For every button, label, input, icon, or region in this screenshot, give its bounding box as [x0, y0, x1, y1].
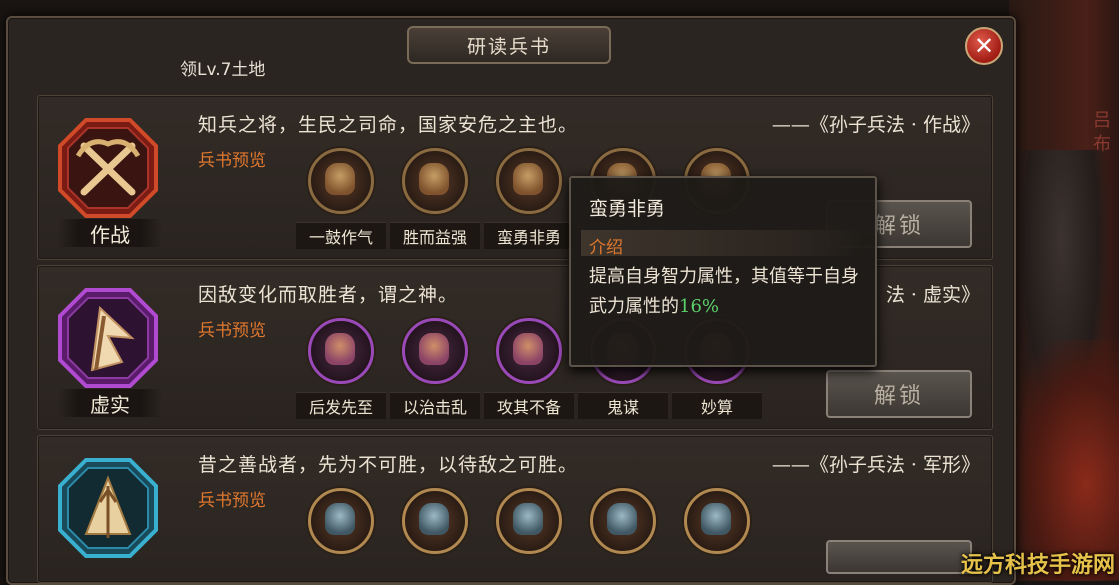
skill-name: 后发先至	[296, 392, 386, 419]
book-source: ——《孙子兵法 · 军形》	[771, 454, 980, 476]
skill-icon	[308, 318, 374, 384]
close-button[interactable]: ✕	[965, 27, 1003, 65]
emblem-label: 虚实	[58, 389, 162, 417]
requirement-text: 领Lv.7土地	[180, 60, 266, 80]
skill-item[interactable]	[672, 488, 762, 554]
skill-name: 蛮勇非勇	[484, 222, 574, 249]
book-quote: 因敌变化而取胜者，谓之神。	[198, 284, 459, 306]
preview-label: 兵书预览	[198, 491, 266, 511]
skill-name: 以治击乱	[390, 392, 480, 419]
unlock-button[interactable]: 解锁	[826, 370, 972, 418]
watermark: 远方科技手游网	[960, 553, 1115, 578]
unlock-button[interactable]	[826, 540, 972, 574]
skill-icon	[684, 488, 750, 554]
book-quote: 知兵之将，生民之司命，国家安危之主也。	[198, 114, 579, 136]
skill-name: 一鼓作气	[296, 222, 386, 249]
skill-icon	[496, 488, 562, 554]
skill-item[interactable]: 胜而益强	[390, 148, 480, 249]
skill-tooltip: 蛮勇非勇 介绍 提高自身智力属性，其值等于自身武力属性的16%	[569, 176, 877, 367]
skill-item[interactable]	[296, 488, 386, 554]
tooltip-body-text: 提高自身智力属性，其值等于自身武力属性的	[589, 266, 859, 317]
skill-item[interactable]: 以治击乱	[390, 318, 480, 419]
skill-name: 胜而益强	[390, 222, 480, 249]
skill-icon	[402, 148, 468, 214]
preview-label: 兵书预览	[198, 151, 266, 171]
tooltip-section-label: 介绍	[589, 238, 623, 258]
skill-icon	[496, 148, 562, 214]
tooltip-section-bar: 介绍	[581, 230, 863, 258]
banner-emblem-icon	[56, 286, 160, 390]
skill-item[interactable]	[484, 488, 574, 554]
skill-item[interactable]: 蛮勇非勇	[484, 148, 574, 249]
tooltip-title: 蛮勇非勇	[589, 198, 666, 220]
skill-icon	[590, 488, 656, 554]
skill-icon	[496, 318, 562, 384]
skill-item[interactable]	[578, 488, 668, 554]
book-card-junxing: 昔之善战者，先为不可胜，以待敌之可胜。 ——《孙子兵法 · 军形》 兵书预览	[37, 435, 993, 583]
skill-icon	[402, 488, 468, 554]
skill-name: 鬼谋	[578, 392, 668, 419]
tooltip-description: 提高自身智力属性，其值等于自身武力属性的16%	[589, 262, 861, 322]
skill-item[interactable]: 后发先至	[296, 318, 386, 419]
skill-icon	[308, 488, 374, 554]
skill-item[interactable]: 攻其不备	[484, 318, 574, 419]
skill-icon	[308, 148, 374, 214]
arrow-shield-emblem-icon	[56, 456, 160, 560]
book-source: 法 · 虚实》	[885, 284, 980, 306]
emblem-label: 作战	[58, 219, 162, 247]
crossed-swords-emblem-icon	[56, 116, 160, 220]
tooltip-percent: 16%	[679, 296, 720, 317]
book-source: ——《孙子兵法 · 作战》	[771, 114, 980, 136]
background-flame	[1009, 340, 1119, 580]
preview-label: 兵书预览	[198, 321, 266, 341]
skill-icon	[402, 318, 468, 384]
book-quote: 昔之善战者，先为不可胜，以待敌之可胜。	[198, 454, 579, 476]
skill-name: 攻其不备	[484, 392, 574, 419]
skill-item[interactable]: 一鼓作气	[296, 148, 386, 249]
skill-name: 妙算	[672, 392, 762, 419]
window-title: 研读兵书	[407, 26, 611, 64]
skill-item[interactable]	[390, 488, 480, 554]
background-art: 吕布	[1009, 0, 1119, 581]
close-icon: ✕	[973, 32, 995, 60]
